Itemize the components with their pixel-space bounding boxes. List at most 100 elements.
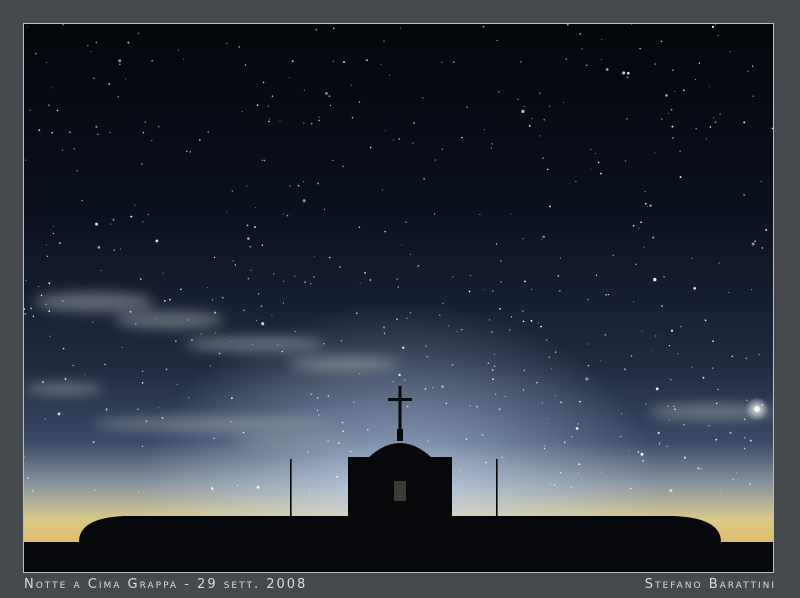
star [340, 340, 343, 342]
star [332, 27, 335, 30]
star [358, 226, 361, 228]
star [743, 194, 745, 196]
star [282, 302, 284, 304]
star [230, 397, 233, 400]
star [670, 108, 673, 111]
star [200, 333, 202, 335]
star [129, 310, 132, 313]
star [422, 97, 424, 99]
star [605, 294, 607, 296]
star [466, 106, 468, 109]
star [461, 328, 463, 331]
star [461, 136, 463, 139]
photo-frame: Notte a Cima Grappa - 29 sett. 2008 Stef… [0, 0, 800, 598]
star [666, 445, 668, 448]
star [81, 199, 83, 202]
star [177, 49, 179, 51]
star [125, 78, 127, 80]
star [586, 64, 588, 66]
star [367, 428, 369, 431]
star [342, 430, 344, 433]
star [667, 405, 669, 407]
star [682, 89, 685, 92]
star [307, 451, 309, 454]
star [642, 459, 644, 462]
star [308, 489, 311, 491]
star [647, 205, 649, 207]
star [626, 118, 628, 120]
star [558, 290, 561, 292]
star [336, 475, 339, 478]
star [654, 63, 656, 65]
star [612, 254, 615, 257]
star [714, 121, 717, 123]
star [398, 138, 401, 140]
star [254, 226, 256, 228]
star [460, 470, 462, 472]
star [579, 400, 582, 403]
star [186, 150, 188, 152]
memorial-ring [24, 516, 773, 572]
star [255, 319, 258, 322]
star [559, 257, 561, 259]
star [521, 310, 524, 312]
star [409, 253, 411, 256]
star [482, 434, 484, 436]
star [409, 311, 412, 314]
star [585, 377, 589, 381]
star [659, 442, 661, 444]
star [490, 147, 492, 149]
star [337, 442, 340, 445]
star [439, 314, 441, 316]
star [120, 248, 122, 250]
star [501, 456, 504, 459]
star [499, 307, 502, 310]
star [52, 232, 55, 235]
star [661, 118, 663, 120]
star [45, 244, 47, 246]
antenna-right [496, 459, 498, 519]
star [68, 131, 71, 134]
star [302, 199, 306, 203]
star [700, 467, 702, 470]
star [327, 395, 330, 397]
star [343, 61, 345, 64]
star [396, 318, 398, 321]
star [650, 350, 652, 352]
star [531, 288, 532, 290]
star [369, 279, 372, 281]
star [271, 314, 273, 316]
star [638, 227, 640, 229]
star [238, 46, 240, 48]
star [341, 421, 344, 424]
star [369, 146, 372, 149]
star [332, 60, 335, 62]
star [752, 95, 754, 97]
star [261, 244, 264, 246]
star [310, 393, 313, 396]
star [383, 326, 385, 329]
star [61, 149, 64, 151]
star [570, 486, 572, 488]
star [563, 101, 565, 104]
star [704, 319, 707, 322]
star [315, 29, 317, 31]
star [760, 180, 762, 183]
star [672, 137, 674, 139]
star [355, 312, 358, 315]
star [158, 407, 160, 409]
star [261, 159, 264, 161]
star [441, 61, 443, 63]
star [746, 399, 748, 402]
star [163, 300, 166, 302]
star [452, 276, 454, 278]
star [633, 301, 635, 303]
star [267, 105, 269, 107]
star [600, 58, 603, 60]
star [187, 319, 189, 321]
star [339, 266, 341, 268]
star [548, 105, 551, 108]
star [108, 82, 111, 85]
star [246, 224, 249, 227]
star [291, 60, 294, 63]
